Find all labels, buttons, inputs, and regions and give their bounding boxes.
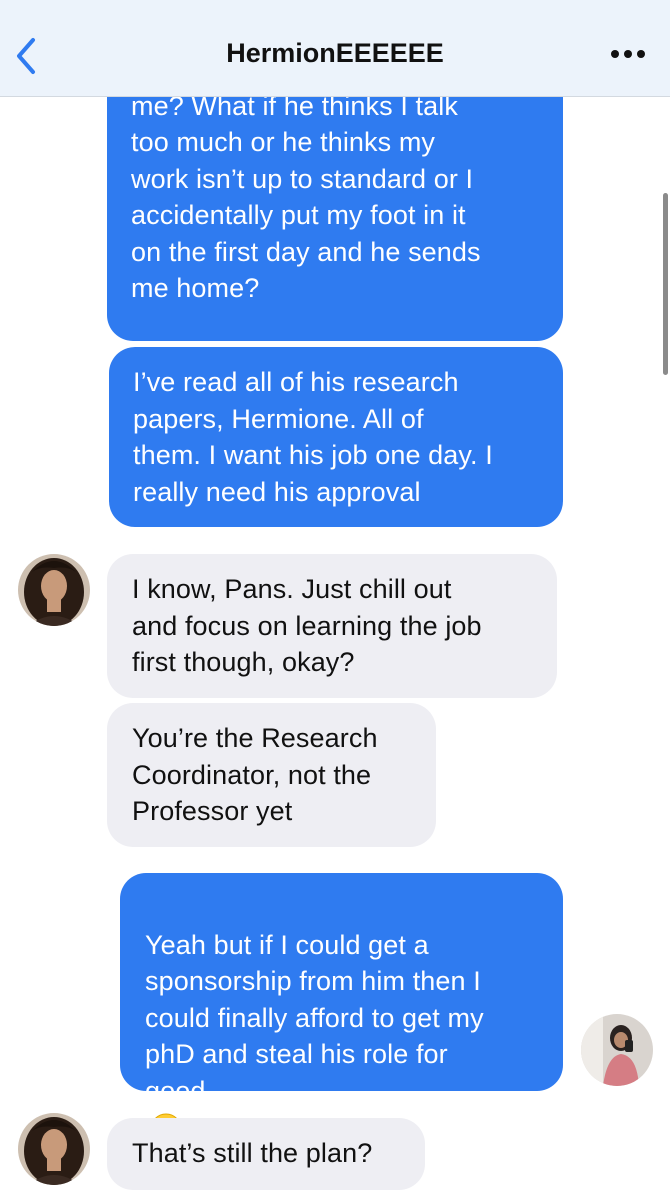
- message-text: That’s still the plan?: [132, 1138, 373, 1168]
- my-avatar[interactable]: [581, 1014, 653, 1086]
- contact-photo: [18, 1113, 90, 1185]
- scrollbar[interactable]: [663, 193, 668, 375]
- message-thread[interactable]: the Professor doesn’t like me? What if h…: [0, 97, 670, 1200]
- outgoing-message-bubble[interactable]: I’ve read all of his research papers, He…: [109, 347, 563, 527]
- message-text: You’re the Research Coordinator, not the…: [132, 723, 378, 826]
- incoming-message-bubble[interactable]: That’s still the plan?: [107, 1118, 425, 1190]
- user-photo: [581, 1014, 653, 1086]
- incoming-message-bubble[interactable]: You’re the Research Coordinator, not the…: [107, 703, 436, 847]
- contact-photo: [18, 554, 90, 626]
- ellipsis-icon: [611, 50, 645, 58]
- message-text: I know, Pans. Just chill out and focus o…: [132, 574, 482, 677]
- contact-avatar[interactable]: [18, 1113, 90, 1185]
- more-options-button[interactable]: [608, 44, 648, 64]
- conversation-header: HermionEEEEEE: [0, 0, 670, 97]
- message-text: I’ve read all of his research papers, He…: [133, 367, 493, 507]
- contact-avatar[interactable]: [18, 554, 90, 626]
- outgoing-message-bubble[interactable]: Yeah but if I could get a sponsorship fr…: [120, 873, 563, 1145]
- message-text: the Professor doesn’t like me? What if h…: [131, 97, 481, 303]
- message-body: Yeah but if I could get a sponsorship fr…: [145, 929, 484, 1106]
- outgoing-message-bubble[interactable]: the Professor doesn’t like me? What if h…: [107, 97, 563, 341]
- contact-name[interactable]: HermionEEEEEE: [0, 38, 670, 69]
- message-text: Yeah but if I could get a sponsorship fr…: [145, 890, 538, 1146]
- incoming-message-bubble[interactable]: I know, Pans. Just chill out and focus o…: [107, 554, 557, 698]
